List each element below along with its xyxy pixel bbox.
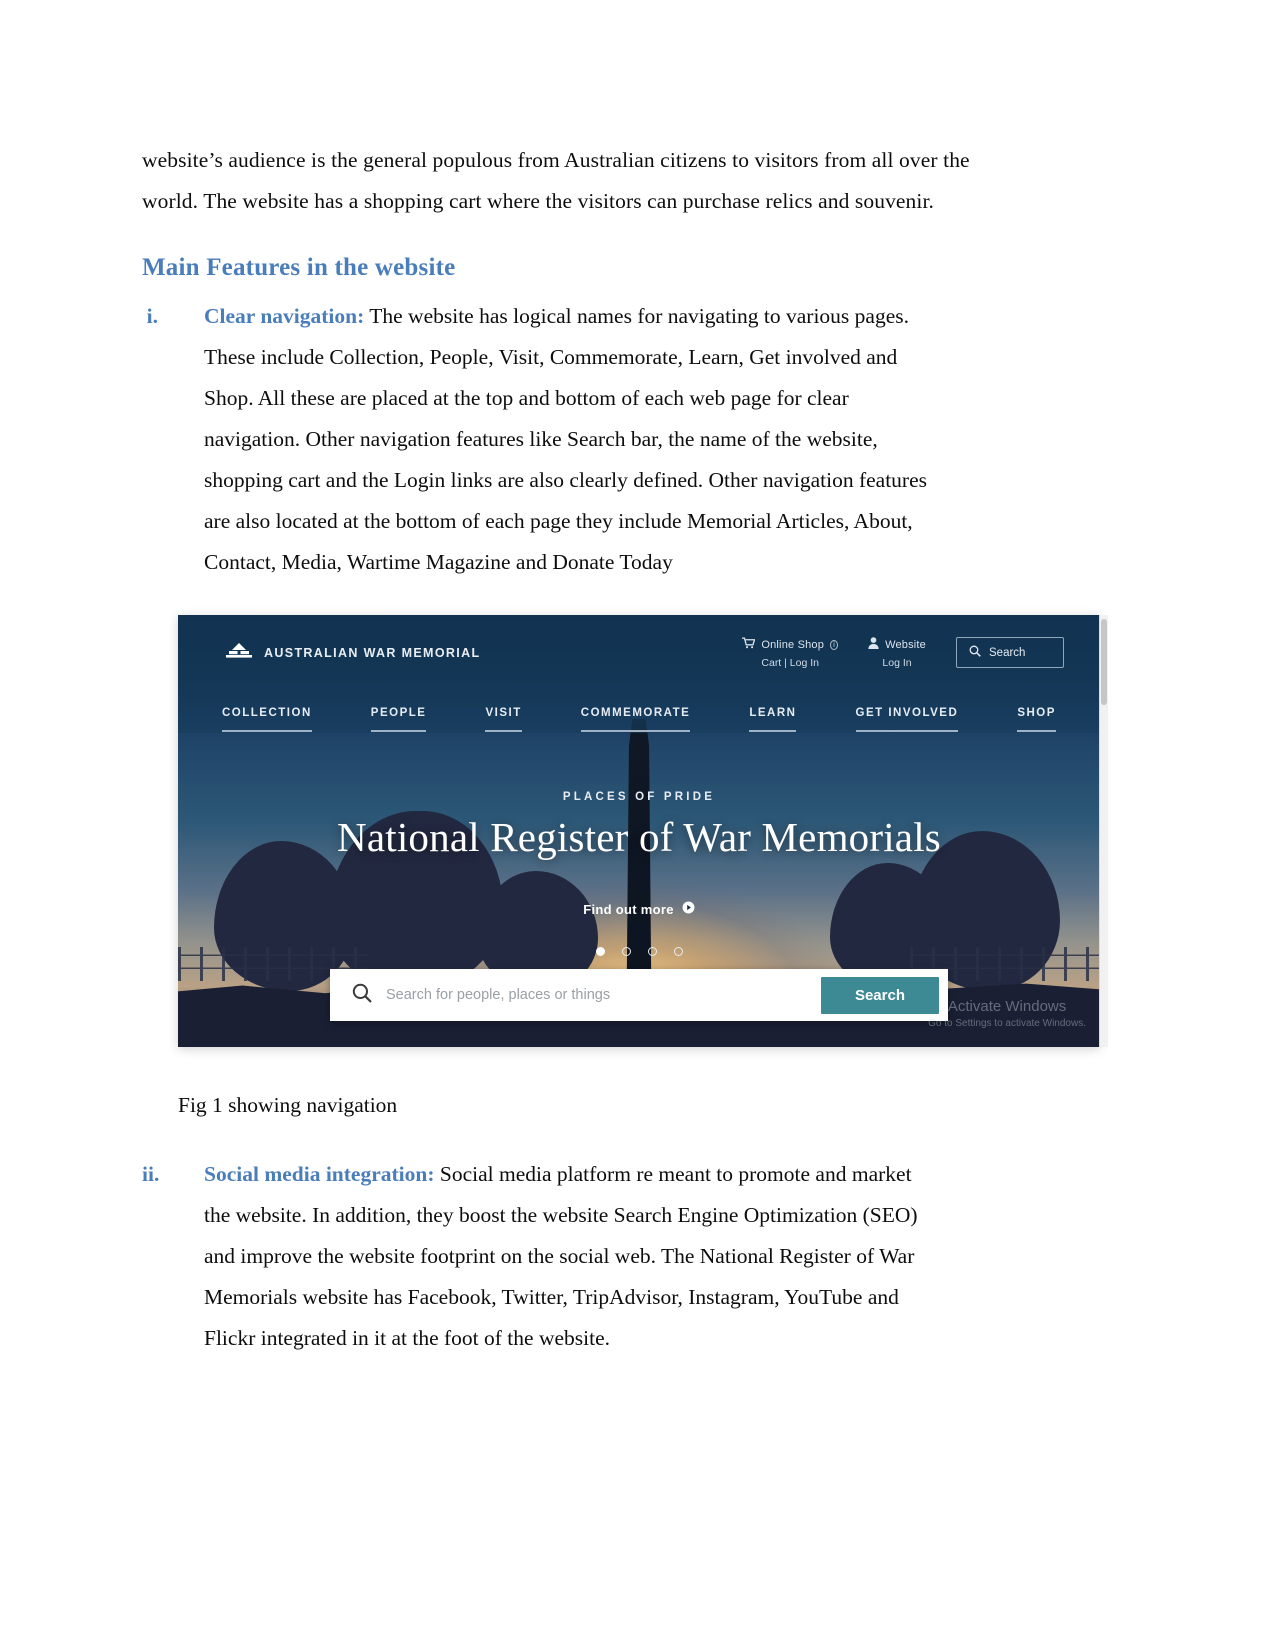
list-marker: i. xyxy=(146,304,158,328)
hero-search-input[interactable]: Search for people, places or things xyxy=(386,987,820,1003)
nav-item-label: SHOP xyxy=(1017,707,1056,719)
person-icon xyxy=(868,637,879,652)
info-icon: i xyxy=(830,639,839,650)
list-item-text: Shop. All these are placed at the top an… xyxy=(204,386,849,410)
hero-cta-link[interactable]: Find out more xyxy=(178,901,1100,917)
nav-item-label: VISIT xyxy=(485,707,522,719)
list-item-first-line: Clear navigation: The website has logica… xyxy=(204,296,1135,337)
list-item: ii. Social media integration: Social med… xyxy=(142,1154,1135,1359)
carousel-dots xyxy=(178,947,1100,956)
screenshot-scrollbar[interactable] xyxy=(1099,615,1108,1047)
hero-search-bar: Search for people, places or things Sear… xyxy=(330,969,948,1021)
carousel-dot-4[interactable] xyxy=(673,947,683,956)
search-icon xyxy=(969,645,981,660)
nav-item-underline xyxy=(222,730,312,732)
list-item: i. Clear navigation: The website has log… xyxy=(142,296,1135,583)
nav-item-underline xyxy=(1017,730,1056,732)
website-screenshot: AUSTRALIAN WAR MEMORIAL Online Shop i Ca… xyxy=(178,615,1100,1047)
list-item-text: the website. In addition, they boost the… xyxy=(204,1203,918,1227)
arrow-circle-right-icon xyxy=(682,901,695,917)
memorial-building-icon xyxy=(226,643,252,663)
list-item-text: Social media platform re meant to promot… xyxy=(434,1162,912,1186)
nav-item-label: PEOPLE xyxy=(370,707,427,719)
utility-nav: Online Shop i Cart | Log In Website Log … xyxy=(742,637,1064,669)
nav-item-underline xyxy=(370,730,427,732)
nav-item-underline xyxy=(855,730,959,732)
nav-item-collection[interactable]: COLLECTION xyxy=(222,707,312,732)
nav-item-underline xyxy=(485,730,522,732)
figure-caption: Fig 1 showing navigation xyxy=(178,1093,398,1117)
scrollbar-thumb[interactable] xyxy=(1101,619,1107,705)
intro-line: website’s audience is the general populo… xyxy=(142,148,970,172)
list-item-text: navigation. Other navigation features li… xyxy=(204,427,878,451)
carousel-dot-1[interactable] xyxy=(595,947,605,956)
utility-label: Website xyxy=(885,638,926,651)
utility-item-website[interactable]: Website Log In xyxy=(868,637,926,669)
list-item-text: and improve the website footprint on the… xyxy=(204,1244,915,1268)
nav-item-label: COMMEMORATE xyxy=(580,707,691,719)
hero-text-block: PLACES OF PRIDE National Register of War… xyxy=(178,791,1100,861)
nav-item-label: LEARN xyxy=(749,707,797,719)
carousel-dot-2[interactable] xyxy=(621,947,631,956)
utility-item-top: Website xyxy=(868,637,926,652)
feature-list-continued: ii. Social media integration: Social med… xyxy=(142,1154,1135,1359)
utility-sublabel[interactable]: Log In xyxy=(868,657,926,669)
intro-paragraph: website’s audience is the general populo… xyxy=(142,140,1135,222)
utility-sublabel[interactable]: Cart | Log In xyxy=(742,657,838,669)
nav-item-learn[interactable]: LEARN xyxy=(749,707,797,732)
list-item-text: shopping cart and the Login links are al… xyxy=(204,468,927,492)
nav-item-label: GET INVOLVED xyxy=(855,707,959,719)
list-item-text: The website has logical names for naviga… xyxy=(364,304,909,328)
list-item-text: are also located at the bottom of each p… xyxy=(204,509,913,533)
intro-line: world. The website has a shopping cart w… xyxy=(142,189,935,213)
carousel-dot-3[interactable] xyxy=(647,947,657,956)
hero-cta-label: Find out more xyxy=(583,901,674,917)
list-item-text: Contact, Media, Wartime Magazine and Don… xyxy=(204,550,673,574)
main-navigation: COLLECTION PEOPLE VISIT COMMEMORATE LEAR… xyxy=(178,707,1100,732)
list-item-text: Flickr integrated in it at the foot of t… xyxy=(204,1326,611,1350)
nav-item-label: COLLECTION xyxy=(222,707,312,719)
utility-item-top: Online Shop i xyxy=(742,637,839,652)
site-logo-text: AUSTRALIAN WAR MEMORIAL xyxy=(264,646,481,660)
list-item-text: Memorials website has Facebook, Twitter,… xyxy=(204,1285,899,1309)
search-icon xyxy=(352,983,372,1008)
document-page: website’s audience is the general populo… xyxy=(0,0,1275,1651)
list-item-text: These include Collection, People, Visit,… xyxy=(204,345,898,369)
header-search-button[interactable]: Search xyxy=(956,637,1064,668)
nav-item-underline xyxy=(580,730,691,732)
section-heading: Main Features in the website xyxy=(142,254,456,281)
utility-label: Online Shop xyxy=(761,638,825,651)
nav-item-visit[interactable]: VISIT xyxy=(485,707,522,732)
nav-item-people[interactable]: PEOPLE xyxy=(370,707,427,732)
hero-title: National Register of War Memorials xyxy=(337,814,941,860)
list-item-lead: Clear navigation: xyxy=(204,304,365,328)
list-item-first-line: Social media integration: Social media p… xyxy=(204,1154,1135,1195)
nav-item-shop[interactable]: SHOP xyxy=(1017,707,1056,732)
utility-item-online-shop[interactable]: Online Shop i Cart | Log In xyxy=(742,637,839,669)
nav-item-get-involved[interactable]: GET INVOLVED xyxy=(855,707,959,732)
hero-kicker: PLACES OF PRIDE xyxy=(562,791,716,803)
feature-list: i. Clear navigation: The website has log… xyxy=(142,296,1135,583)
header-search-label: Search xyxy=(989,646,1026,659)
nav-item-underline xyxy=(749,730,797,732)
hero-search-button[interactable]: Search xyxy=(819,975,940,1015)
list-item-body: Clear navigation: The website has logica… xyxy=(204,296,1135,583)
list-item-lead: Social media integration: xyxy=(204,1162,435,1186)
figure-navigation-screenshot: AUSTRALIAN WAR MEMORIAL Online Shop i Ca… xyxy=(178,615,1108,1047)
list-item-body: Social media integration: Social media p… xyxy=(204,1154,1135,1359)
list-marker: ii. xyxy=(142,1162,160,1186)
site-logo[interactable]: AUSTRALIAN WAR MEMORIAL xyxy=(226,643,480,663)
cart-icon xyxy=(742,637,756,652)
nav-item-commemorate[interactable]: COMMEMORATE xyxy=(580,707,691,732)
